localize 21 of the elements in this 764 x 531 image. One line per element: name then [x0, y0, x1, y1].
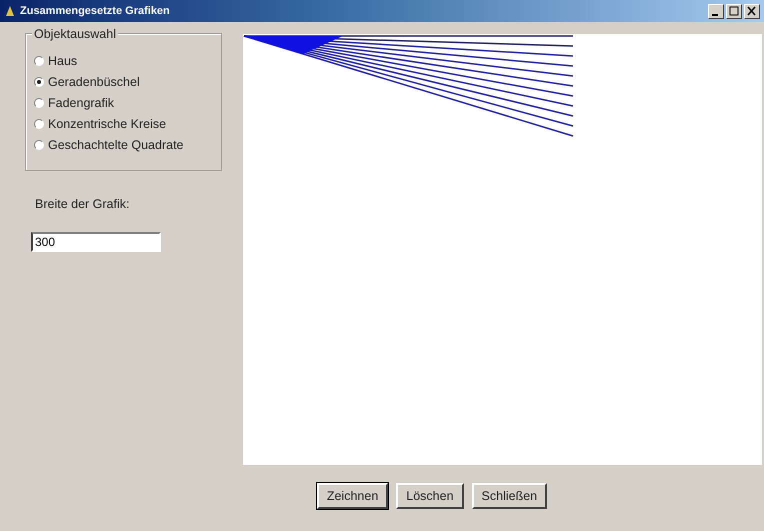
- window-title: Zusammengesetzte Grafiken: [20, 5, 170, 17]
- group-title: Objektauswahl: [32, 27, 118, 41]
- minimize-icon[interactable]: [708, 4, 724, 18]
- app-icon: [4, 5, 16, 17]
- dialog-button[interactable]: Schließen: [472, 483, 548, 509]
- dialog-button[interactable]: Zeichnen: [316, 483, 388, 509]
- radio-option[interactable]: Geradenbüschel: [34, 71, 221, 92]
- width-label: Breite der Grafik:: [35, 197, 130, 211]
- radio-option[interactable]: Haus: [34, 50, 221, 71]
- radio-option[interactable]: Fadengrafik: [34, 92, 221, 113]
- radio-option[interactable]: Geschachtelte Quadrate: [34, 134, 221, 155]
- radio-icon[interactable]: [34, 118, 44, 128]
- radio-icon[interactable]: [34, 56, 44, 66]
- radio-option[interactable]: Konzentrische Kreise: [34, 113, 221, 134]
- maximize-icon[interactable]: [726, 4, 742, 18]
- radio-icon[interactable]: [34, 98, 44, 108]
- close-icon[interactable]: [744, 4, 760, 18]
- radio-icon[interactable]: [34, 140, 44, 150]
- radio-icon[interactable]: [34, 76, 44, 86]
- width-field[interactable]: 300: [31, 232, 161, 252]
- dialog-button[interactable]: Löschen: [396, 483, 464, 509]
